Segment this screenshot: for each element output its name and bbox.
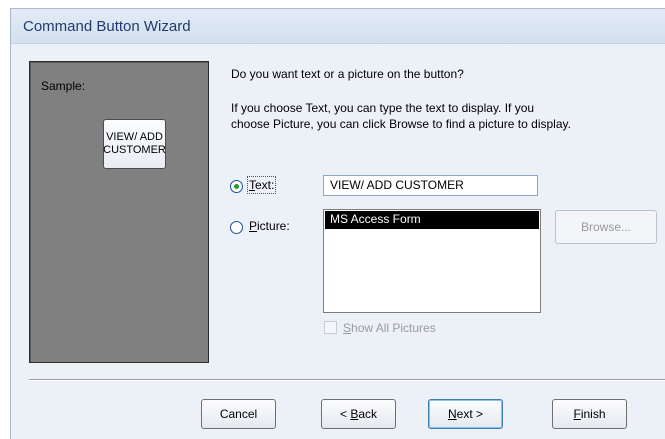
text-radio[interactable]	[230, 180, 243, 193]
show-all-pictures-label[interactable]: Show All Pictures	[343, 321, 436, 335]
explanation-line-1: If you choose Text, you can type the tex…	[231, 101, 535, 115]
cancel-button[interactable]: Cancel	[201, 399, 276, 429]
back-button[interactable]: < Back	[321, 399, 396, 429]
button-text-input[interactable]: VIEW/ ADD CUSTOMER	[323, 175, 538, 196]
show-all-mnemonic: S	[343, 321, 352, 335]
sample-label: Sample:	[41, 79, 86, 93]
show-all-label-rest: how All Pictures	[351, 321, 436, 335]
next-button[interactable]: Next >	[428, 399, 503, 429]
picture-listbox[interactable]: MS Access Form	[323, 209, 541, 313]
sample-preview-panel: Sample: VIEW/ ADD CUSTOMER	[29, 61, 209, 363]
back-mnemonic: B	[350, 407, 359, 421]
next-label-rest: ext >	[456, 407, 484, 421]
text-radio-label[interactable]: Text:	[246, 176, 277, 194]
explanation-line-2: choose Picture, you can click Browse to …	[231, 117, 571, 131]
wizard-dialog: Command Button Wizard Sample: VIEW/ ADD …	[10, 8, 665, 439]
footer-divider	[29, 379, 665, 381]
next-mnemonic: N	[447, 407, 457, 421]
picture-list-item[interactable]: MS Access Form	[325, 211, 539, 229]
picture-mnemonic: P	[249, 219, 258, 233]
sample-button-preview: VIEW/ ADD CUSTOMER	[103, 119, 166, 169]
text-label-rest: ext:	[255, 178, 275, 192]
picture-label-rest: icture:	[257, 219, 290, 233]
picture-radio[interactable]	[230, 221, 243, 234]
back-prefix: <	[339, 407, 351, 421]
browse-button[interactable]: Browse...	[555, 210, 657, 244]
finish-label-rest: inish	[580, 407, 606, 421]
show-all-pictures-checkbox[interactable]	[324, 321, 337, 334]
back-label-rest: ack	[358, 407, 378, 421]
window-title: Command Button Wizard	[23, 18, 191, 35]
finish-mnemonic: F	[573, 407, 581, 421]
question-text: Do you want text or a picture on the but…	[231, 67, 464, 81]
finish-button[interactable]: Finish	[552, 399, 627, 429]
picture-radio-label[interactable]: Picture:	[249, 219, 290, 233]
title-bar[interactable]: Command Button Wizard	[11, 9, 665, 44]
